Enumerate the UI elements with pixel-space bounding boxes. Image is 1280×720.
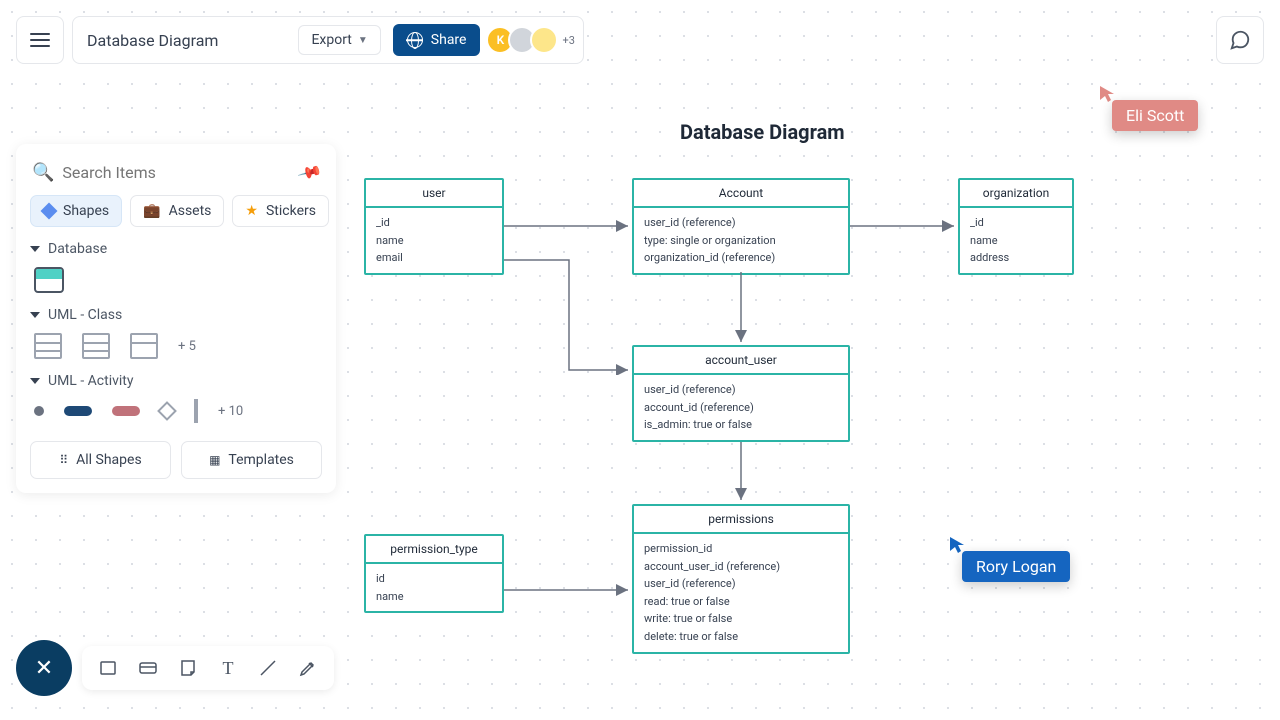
export-button[interactable]: Export ▼ — [298, 25, 380, 55]
activity-initial-shape[interactable] — [34, 406, 44, 416]
canvas-title: Database Diagram — [680, 120, 845, 144]
share-label: Share — [431, 32, 467, 48]
entity-account-user[interactable]: account_user user_id (reference) account… — [632, 345, 850, 442]
close-icon: ✕ — [35, 656, 53, 681]
search-icon: 🔍 — [32, 162, 54, 183]
tab-assets[interactable]: 💼 Assets — [130, 195, 224, 227]
hamburger-icon — [30, 33, 50, 47]
close-fab-button[interactable]: ✕ — [16, 640, 72, 696]
tool-tray: T — [82, 646, 334, 690]
rectangle-tool[interactable] — [96, 656, 120, 680]
caret-down-icon — [30, 378, 40, 384]
connector — [850, 218, 960, 234]
avatar[interactable] — [530, 26, 558, 54]
more-shapes-count[interactable]: + 10 — [218, 404, 243, 419]
tab-shapes[interactable]: Shapes — [30, 195, 122, 227]
briefcase-icon: 💼 — [143, 203, 160, 219]
chevron-down-icon: ▼ — [358, 35, 368, 46]
section-uml-activity[interactable]: UML - Activity — [30, 373, 322, 389]
card-tool[interactable] — [136, 656, 160, 680]
section-database[interactable]: Database — [30, 241, 322, 257]
title-bar: Database Diagram Export ▼ Share K +3 — [72, 16, 584, 64]
shapes-sidebar: 🔍 📌 Shapes 💼 Assets ★ Stickers Database … — [16, 144, 336, 493]
section-uml-class[interactable]: UML - Class — [30, 307, 322, 323]
connector — [504, 255, 634, 375]
star-icon: ★ — [245, 203, 258, 219]
entity-permissions[interactable]: permissions permission_id account_user_i… — [632, 504, 850, 654]
caret-down-icon — [30, 246, 40, 252]
templates-button[interactable]: ▦ Templates — [181, 441, 322, 479]
comments-button[interactable] — [1216, 16, 1264, 64]
tab-stickers[interactable]: ★ Stickers — [232, 195, 329, 227]
menu-button[interactable] — [16, 16, 64, 64]
activity-bar-shape[interactable] — [194, 399, 198, 423]
caret-down-icon — [30, 312, 40, 318]
globe-icon — [407, 32, 423, 48]
note-tool[interactable] — [176, 656, 200, 680]
chat-icon — [1229, 29, 1251, 51]
text-tool[interactable]: T — [216, 656, 240, 680]
entity-user[interactable]: user _id name email — [364, 178, 504, 275]
template-icon: ▦ — [209, 453, 220, 467]
pin-icon[interactable]: 📌 — [297, 159, 324, 185]
diamond-icon — [41, 203, 58, 220]
avatar-more-count[interactable]: +3 — [562, 34, 574, 47]
entity-permission-type[interactable]: permission_type id name — [364, 534, 504, 613]
uml-class-shape[interactable] — [82, 333, 110, 359]
connector — [733, 272, 749, 348]
all-shapes-button[interactable]: ⠿ All Shapes — [30, 441, 171, 479]
uml-class-shape[interactable] — [130, 333, 158, 359]
entity-organization[interactable]: organization _id name address — [958, 178, 1074, 275]
line-tool[interactable] — [256, 656, 280, 680]
more-shapes-count[interactable]: + 5 — [178, 339, 196, 354]
highlighter-tool[interactable] — [296, 656, 320, 680]
cursor-label-rory: Rory Logan — [962, 551, 1070, 582]
activity-decision-shape[interactable] — [157, 401, 177, 421]
collaborator-avatars[interactable]: K +3 — [492, 26, 574, 54]
cursor-label-eli: Eli Scott — [1112, 100, 1198, 131]
connector — [504, 218, 634, 234]
search-input[interactable] — [62, 163, 292, 182]
document-title[interactable]: Database Diagram — [87, 31, 286, 50]
activity-action-shape[interactable] — [112, 406, 140, 416]
export-label: Export — [311, 32, 351, 48]
share-button[interactable]: Share — [393, 24, 481, 56]
connector — [733, 442, 749, 506]
grid-icon: ⠿ — [59, 453, 68, 467]
database-table-shape[interactable] — [34, 267, 64, 293]
connector — [504, 582, 634, 598]
uml-class-shape[interactable] — [34, 333, 62, 359]
activity-action-shape[interactable] — [64, 406, 92, 416]
entity-account[interactable]: Account user_id (reference) type: single… — [632, 178, 850, 275]
